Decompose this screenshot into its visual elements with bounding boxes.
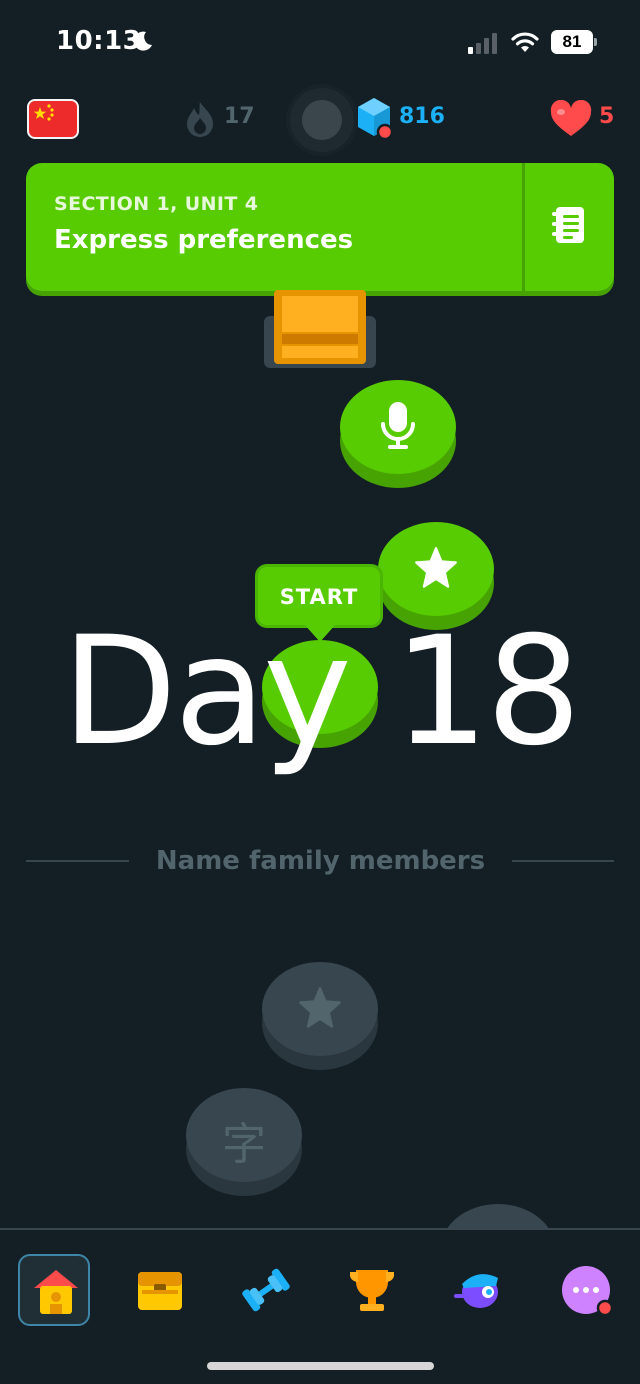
unit-banner[interactable]: SECTION 1, UNIT 4 Express preferences [26, 163, 614, 291]
trophy-icon [350, 1270, 394, 1311]
dumbbell-icon [242, 1268, 290, 1312]
lesson-node-locked-star[interactable] [262, 962, 378, 1070]
home-icon [34, 1270, 78, 1314]
streak-count: 17 [224, 104, 255, 129]
battery-indicator: 81 [551, 30, 597, 54]
guidebook-icon [552, 207, 584, 243]
star-icon [415, 547, 457, 588]
lesson-node-characters[interactable]: 字 [186, 1088, 302, 1196]
battery-level: 81 [551, 30, 593, 54]
nav-characters[interactable] [442, 1254, 514, 1326]
unit-section-label: SECTION 1, UNIT 4 [54, 193, 259, 215]
guidebook-button[interactable] [525, 163, 614, 291]
treasure-chest-icon[interactable] [262, 290, 378, 376]
nav-leaderboard[interactable] [336, 1254, 408, 1326]
signal-icon [468, 33, 497, 54]
day-overlay-text: Day 18 [61, 605, 582, 779]
stats-bar: 17 816 5 [0, 86, 640, 156]
section-divider: Name family members [0, 842, 640, 882]
microphone-icon [381, 402, 415, 449]
status-time: 10:13 [56, 26, 142, 56]
character-icon [454, 1274, 498, 1308]
heart-count: 5 [599, 104, 615, 129]
gem-count: 816 [399, 104, 445, 129]
nav-more[interactable] [550, 1254, 622, 1326]
avatar[interactable] [290, 88, 354, 152]
home-indicator [207, 1362, 434, 1370]
bottom-nav [0, 1228, 640, 1384]
chest-icon [138, 1272, 182, 1310]
star-icon [299, 987, 341, 1028]
gem-icon[interactable] [355, 96, 393, 140]
unit-title: Express preferences [54, 225, 354, 255]
next-section-label: Name family members [155, 846, 486, 876]
china-flag-icon[interactable] [27, 99, 79, 139]
nav-chest[interactable] [124, 1254, 196, 1326]
moon-icon [133, 31, 152, 51]
lesson-node-speaking[interactable] [340, 380, 456, 488]
status-bar: 10:13 81 [0, 0, 640, 86]
nav-home[interactable] [18, 1254, 90, 1326]
kanji-icon: 字 [222, 1119, 266, 1170]
nav-practice[interactable] [230, 1254, 302, 1326]
wifi-icon [511, 32, 539, 52]
more-icon [562, 1266, 612, 1316]
heart-icon[interactable] [549, 100, 593, 138]
flame-icon[interactable] [183, 100, 217, 138]
